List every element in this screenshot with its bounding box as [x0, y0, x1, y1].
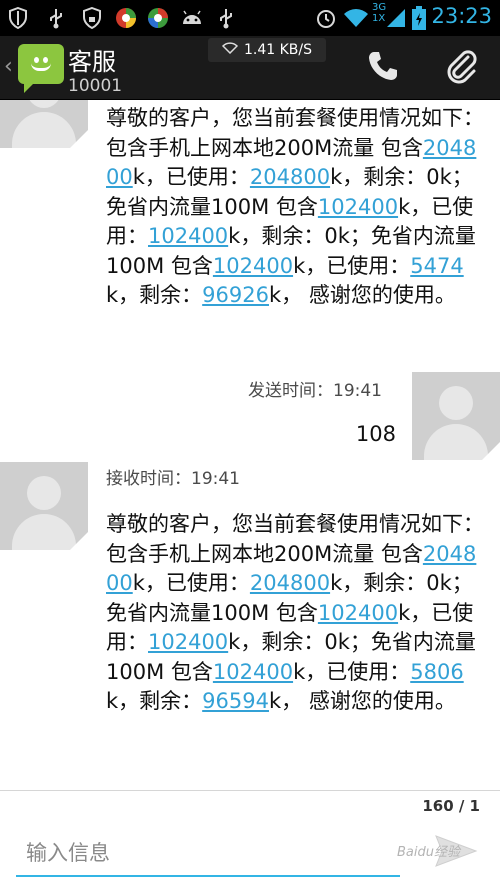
paperclip-icon — [444, 48, 478, 88]
number-link[interactable]: 96594 — [202, 689, 269, 713]
number-link[interactable]: 204800 — [250, 571, 330, 595]
message-input[interactable] — [16, 833, 400, 873]
browser-green-icon — [146, 6, 170, 30]
contact-name: 客服 — [68, 48, 116, 76]
message-text-fragment: k，剩余： — [106, 283, 203, 307]
network-speed-text: 1.41 KB/S — [243, 42, 312, 58]
messaging-app-icon[interactable] — [18, 44, 64, 93]
number-link[interactable]: 5806 — [410, 660, 463, 684]
back-chevron-icon[interactable]: ‹ — [4, 54, 13, 79]
lock-shield-icon — [80, 6, 104, 30]
message-text-fragment: k，已使用： — [132, 165, 250, 189]
contact-avatar[interactable] — [0, 100, 88, 148]
my-avatar[interactable] — [412, 372, 500, 460]
sent-time-label: 发送时间：19:41 — [248, 381, 382, 401]
action-bar: ‹ 客服 10001 1.41 KB/S — [0, 36, 500, 100]
received-message-body[interactable]: 尊敬的客户，您当前套餐使用情况如下：包含手机上网本地200M流量 包含20480… — [106, 104, 488, 311]
shield-icon — [6, 6, 30, 30]
contact-avatar[interactable] — [0, 462, 88, 550]
android-icon — [180, 6, 204, 30]
message-text-fragment: k， 感谢您的使用。 — [268, 283, 456, 307]
clock-time: 23:23 — [431, 4, 492, 28]
received-time-label: 接收时间：19:41 — [106, 469, 240, 489]
attach-button[interactable] — [438, 48, 484, 88]
message-input-wrap — [16, 833, 400, 877]
status-bar: 3G 1X 23:23 — [0, 0, 500, 36]
wifi-small-icon — [221, 42, 239, 58]
watermark: Baidu经验 — [397, 845, 460, 860]
number-link[interactable]: 102400 — [148, 224, 228, 248]
number-link[interactable]: 102400 — [318, 195, 398, 219]
number-link[interactable]: 96926 — [202, 283, 269, 307]
contact-number: 10001 — [68, 76, 123, 96]
sent-message-body[interactable]: 108 — [356, 422, 396, 446]
browser-red-icon — [114, 6, 138, 30]
message-text-fragment: k，剩余： — [106, 689, 203, 713]
number-link[interactable]: 204800 — [250, 165, 330, 189]
usb-icon — [44, 6, 68, 30]
signal-icon — [384, 6, 408, 30]
number-link[interactable]: 102400 — [318, 601, 398, 625]
char-counter: 160 / 1 — [422, 797, 480, 815]
wifi-icon — [342, 6, 370, 30]
usb2-icon — [214, 6, 238, 30]
number-link[interactable]: 102400 — [148, 630, 228, 654]
number-link[interactable]: 102400 — [213, 254, 293, 278]
compose-bar: 160 / 1 Baidu经验 — [0, 790, 500, 889]
network-speed-badge: 1.41 KB/S — [208, 38, 326, 62]
message-text-fragment: k，已使用： — [293, 659, 411, 684]
message-thread[interactable]: 尊敬的客户，您当前套餐使用情况如下：包含手机上网本地200M流量 包含20480… — [0, 100, 500, 790]
battery-icon — [410, 6, 428, 30]
number-link[interactable]: 5474 — [410, 254, 463, 278]
message-text-fragment: k，已使用： — [132, 571, 250, 595]
message-text-fragment: k， 感谢您的使用。 — [268, 689, 456, 713]
alarm-icon — [314, 6, 338, 30]
smiley-face-icon — [29, 55, 53, 71]
phone-icon — [366, 49, 400, 87]
message-text-fragment: k，已使用： — [293, 253, 411, 278]
number-link[interactable]: 102400 — [213, 660, 293, 684]
call-button[interactable] — [360, 48, 406, 88]
received-message-body[interactable]: 尊敬的客户，您当前套餐使用情况如下：包含手机上网本地200M流量 包含20480… — [106, 510, 488, 717]
